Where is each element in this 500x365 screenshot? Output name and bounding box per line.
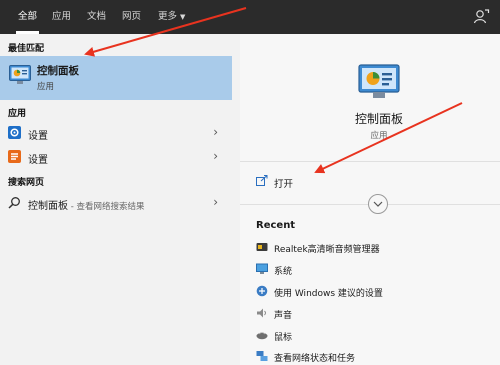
recent-item-label: Realtek高清晰音频管理器 [274, 245, 380, 255]
recent-item-mouse[interactable]: 鼠标 [240, 326, 500, 346]
apps-heading: 应用 [8, 109, 27, 119]
tab-more-label: 更多 [158, 11, 178, 22]
results-pane: 最佳匹配 控制面板 应用 应用 设置 › 设置 › 搜索网页 控制面板 - 查看… [0, 34, 238, 365]
windows-settings-icon [256, 285, 268, 297]
gear-icon [8, 126, 21, 139]
mouse-icon [256, 332, 268, 340]
recent-item-system[interactable]: 系统 [240, 260, 500, 280]
settings-orange-icon [8, 150, 21, 163]
recent-item-label: 使用 Windows 建议的设置 [274, 289, 383, 299]
control-panel-icon [9, 65, 31, 84]
chevron-right-icon[interactable]: › [213, 195, 218, 209]
expand-button[interactable] [368, 194, 388, 214]
open-label: 打开 [274, 179, 294, 190]
divider [240, 161, 500, 162]
recent-item-windows-settings[interactable]: 使用 Windows 建议的设置 [240, 282, 500, 302]
control-panel-icon [358, 64, 400, 98]
tab-all[interactable]: 全部 [15, 0, 40, 34]
web-search-heading: 搜索网页 [8, 178, 45, 188]
web-search-term: 控制面板 [28, 201, 68, 212]
best-match-control-panel[interactable]: 控制面板 应用 [0, 56, 232, 100]
search-icon [8, 197, 20, 209]
recent-heading: Recent [256, 220, 296, 231]
tab-web-label: 网页 [122, 11, 142, 22]
open-action[interactable]: 打开 [240, 170, 500, 194]
recent-item-label: 系统 [274, 267, 293, 277]
chevron-down-icon [373, 201, 383, 207]
feedback-person-icon [473, 9, 490, 24]
network-icon [256, 351, 268, 361]
web-search-label: 控制面板 - 查看网络搜索结果 [28, 197, 144, 212]
app-result-label: 设置 [28, 155, 48, 166]
best-match-subtitle: 应用 [37, 82, 55, 92]
recent-item-label: 声音 [274, 311, 293, 321]
best-match-title: 控制面板 [37, 65, 79, 77]
recent-item-label: 鼠标 [274, 333, 293, 343]
audio-manager-icon [256, 243, 268, 251]
chevron-down-icon: ▼ [180, 13, 186, 21]
recent-item-network[interactable]: 查看网络状态和任务 [240, 347, 500, 365]
open-icon [256, 175, 268, 186]
tab-more[interactable]: 更多 ▼ [158, 0, 185, 34]
search-filter-bar: 全部 应用 文档 网页 更多 ▼ [0, 0, 500, 34]
web-search-result[interactable]: 控制面板 - 查看网络搜索结果 › [0, 192, 232, 214]
recent-item-sound[interactable]: 声音 [240, 304, 500, 324]
feedback-button[interactable] [472, 8, 490, 26]
tab-documents[interactable]: 文档 [87, 0, 106, 34]
app-result-settings-1[interactable]: 设置 › [0, 122, 232, 144]
tab-web[interactable]: 网页 [122, 0, 141, 34]
preview-title: 控制面板 [354, 112, 403, 126]
preview-pane: 控制面板 应用 打开 Recent Realtek高清晰音频管理器 系统 使用 … [240, 34, 500, 365]
best-match-heading: 最佳匹配 [8, 44, 45, 54]
system-icon [256, 263, 268, 274]
recent-item-realtek[interactable]: Realtek高清晰音频管理器 [240, 238, 500, 258]
preview-type: 应用 [370, 131, 388, 141]
chevron-right-icon[interactable]: › [213, 149, 218, 163]
chevron-right-icon[interactable]: › [213, 125, 218, 139]
web-search-suffix: - 查看网络搜索结果 [68, 202, 145, 212]
app-result-settings-2[interactable]: 设置 › [0, 146, 232, 168]
app-result-label: 设置 [28, 131, 48, 142]
speaker-icon [257, 308, 266, 318]
tab-apps[interactable]: 应用 [52, 0, 71, 34]
recent-item-label: 查看网络状态和任务 [274, 354, 356, 364]
